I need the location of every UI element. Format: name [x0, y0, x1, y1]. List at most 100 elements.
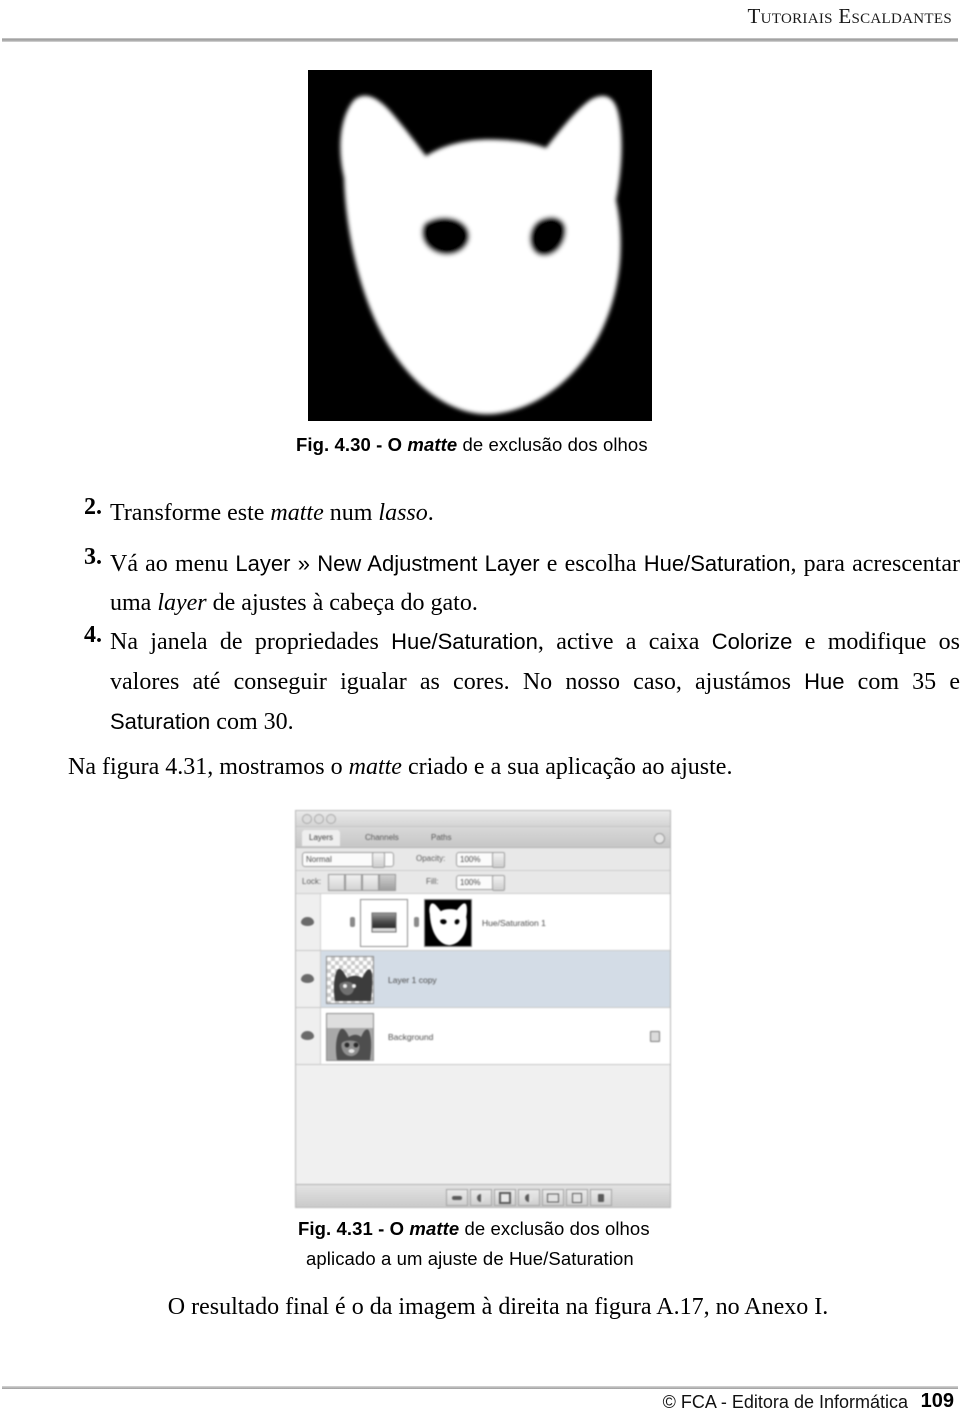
list-4-ui-saturation: Saturation: [110, 709, 211, 734]
opacity-chevron-down-icon[interactable]: [492, 852, 505, 868]
tab-channels[interactable]: Channels: [358, 830, 406, 846]
lock-all-icon[interactable]: [379, 874, 396, 891]
list-3-text-2: e escolha: [539, 551, 644, 577]
footer-publisher: © FCA - Editora de Informática: [662, 1392, 908, 1412]
panel-menu-icon[interactable]: [654, 833, 665, 844]
figure-430-caption-italic: matte: [407, 434, 458, 455]
new-adjustment-layer-icon[interactable]: [518, 1189, 540, 1206]
lock-label: Lock:: [302, 877, 322, 886]
adjustment-glyph: [525, 1193, 533, 1202]
layer-row[interactable]: Hue/Saturation 1: [296, 894, 670, 951]
list-4-ui-hue: Hue: [804, 669, 845, 694]
figure-431-caption-prefix: Fig. 4.31 - O: [298, 1218, 410, 1239]
list-3-italic-layer: layer: [157, 590, 207, 616]
tab-paths[interactable]: Paths: [424, 830, 458, 846]
eye-icon[interactable]: [301, 1031, 314, 1040]
cat-head-matte-svg: [308, 70, 652, 421]
eye-icon[interactable]: [301, 917, 314, 926]
opacity-input[interactable]: 100%: [456, 852, 497, 867]
list-4-ui-colorize: Colorize: [711, 629, 793, 654]
layer-link-indicator-icon: [350, 917, 355, 927]
cat-photo-thumbnail: [327, 1014, 373, 1060]
mask-glyph: [499, 1191, 511, 1204]
page-number: 109: [920, 1390, 954, 1412]
para-431-text-1: Na figura 4.31, mostramos o: [68, 754, 349, 780]
layer-mask-thumbnail[interactable]: [424, 899, 472, 947]
layer-name[interactable]: Background: [388, 1032, 433, 1042]
list-4-ui-hue-saturation: Hue/Saturation: [391, 629, 538, 654]
layer-thumbnail[interactable]: [326, 956, 374, 1004]
link-layers-icon[interactable]: [446, 1189, 468, 1206]
list-item-body: Na janela de propriedades Hue/Saturation…: [110, 622, 960, 742]
panel-titlebar: [296, 811, 670, 827]
layer-visibility-cell[interactable]: [296, 951, 321, 1007]
mask-link-icon[interactable]: [414, 917, 419, 927]
list-4-text-1: Na janela de propriedades: [110, 629, 392, 655]
lock-position-icon[interactable]: [362, 874, 379, 891]
paragraph-figure-431-intro: Na figura 4.31, mostramos o matte criado…: [68, 748, 928, 787]
list-item-number: 3.: [84, 544, 102, 570]
layer-mask-icon[interactable]: [494, 1189, 516, 1206]
layer-style-glyph: [477, 1193, 485, 1202]
layer-name[interactable]: Hue/Saturation 1: [482, 918, 546, 928]
opacity-label: Opacity:: [416, 854, 446, 863]
list-item-number: 2.: [84, 494, 102, 520]
link-glyph: [452, 1195, 462, 1200]
layer-row[interactable]: Layer 1 copy: [296, 951, 670, 1008]
lock-transparent-pixels-icon[interactable]: [328, 874, 345, 891]
figure-430-matte-image: [308, 70, 652, 421]
fill-input[interactable]: 100%: [456, 875, 497, 890]
delete-layer-icon[interactable]: [590, 1189, 612, 1206]
list-4-text-2: , active a caixa: [537, 629, 712, 655]
cat-cutout-thumbnail: [333, 968, 373, 1001]
list-item-number: 4.: [84, 622, 102, 648]
blend-opacity-row: Normal Opacity: 100%: [296, 848, 670, 871]
running-header-title: Tutoriais Escaldantes: [747, 4, 952, 28]
new-group-icon[interactable]: [542, 1189, 564, 1206]
cat-head-matte-thumbnail: [425, 900, 471, 946]
page-header: Tutoriais Escaldantes: [0, 0, 960, 52]
layer-visibility-cell[interactable]: [296, 894, 321, 950]
fill-chevron-down-icon[interactable]: [492, 875, 505, 891]
blend-mode-chevron-down-icon[interactable]: [372, 852, 385, 868]
eye-icon[interactable]: [301, 974, 314, 983]
layer-thumbnail[interactable]: [360, 899, 408, 947]
background-lock-icon: [650, 1031, 660, 1042]
figure-431-caption-line1: Fig. 4.31 - O matte de exclusão dos olho…: [298, 1218, 650, 1240]
para-431-italic-matte: matte: [348, 754, 402, 780]
list-4-text-4: com 35 e: [844, 669, 960, 695]
footer-divider-rule: [2, 1386, 958, 1389]
window-minimize-icon[interactable]: [314, 814, 324, 824]
list-2-italic-1: matte: [270, 500, 324, 526]
header-divider-rule: [2, 38, 958, 42]
photoshop-layers-panel: Layers Channels Paths Normal Opacity: 10…: [295, 810, 671, 1208]
panel-bottom-toolbar: [296, 1184, 670, 1207]
layer-row[interactable]: Background: [296, 1008, 670, 1065]
figure-430-caption-suffix: de exclusão dos olhos: [457, 434, 648, 455]
new-layer-icon[interactable]: [566, 1189, 588, 1206]
layer-name[interactable]: Layer 1 copy: [388, 975, 437, 985]
fill-label: Fill:: [426, 877, 439, 886]
list-2-text-3: .: [427, 500, 434, 526]
list-2-text-2: num: [323, 500, 379, 526]
figure-431-caption-line2: aplicado a um ajuste de Hue/Saturation: [306, 1248, 634, 1269]
list-3-ui-menu-path: Layer » New Adjustment Layer: [235, 551, 540, 576]
tab-layers[interactable]: Layers: [302, 830, 341, 846]
figure-431-caption-suffix: de exclusão dos olhos: [459, 1218, 650, 1239]
new-layer-glyph: [572, 1192, 582, 1203]
figure-430-caption: Fig. 4.30 - O matte de exclusão dos olho…: [296, 434, 648, 456]
layer-thumbnail[interactable]: [326, 1013, 374, 1061]
figure-430-caption-prefix: Fig. 4.30 - O: [296, 434, 408, 455]
list-2-text-1: Transforme este: [110, 500, 271, 526]
lock-image-pixels-icon[interactable]: [345, 874, 362, 891]
panel-tabstrip: Layers Channels Paths: [296, 827, 670, 848]
layer-style-icon[interactable]: [470, 1189, 492, 1206]
list-3-text-1: Vá ao menu: [110, 551, 236, 577]
para-431-text-2: criado e a sua aplicação ao ajuste.: [401, 754, 733, 780]
window-zoom-icon[interactable]: [326, 814, 336, 824]
layer-visibility-cell[interactable]: [296, 1008, 321, 1064]
window-close-icon[interactable]: [302, 814, 312, 824]
list-2-italic-2: lasso: [378, 500, 428, 526]
paragraph-final: O resultado final é o da imagem à direit…: [167, 1294, 829, 1320]
list-item-body: Transforme este matte num lasso.: [110, 494, 960, 533]
